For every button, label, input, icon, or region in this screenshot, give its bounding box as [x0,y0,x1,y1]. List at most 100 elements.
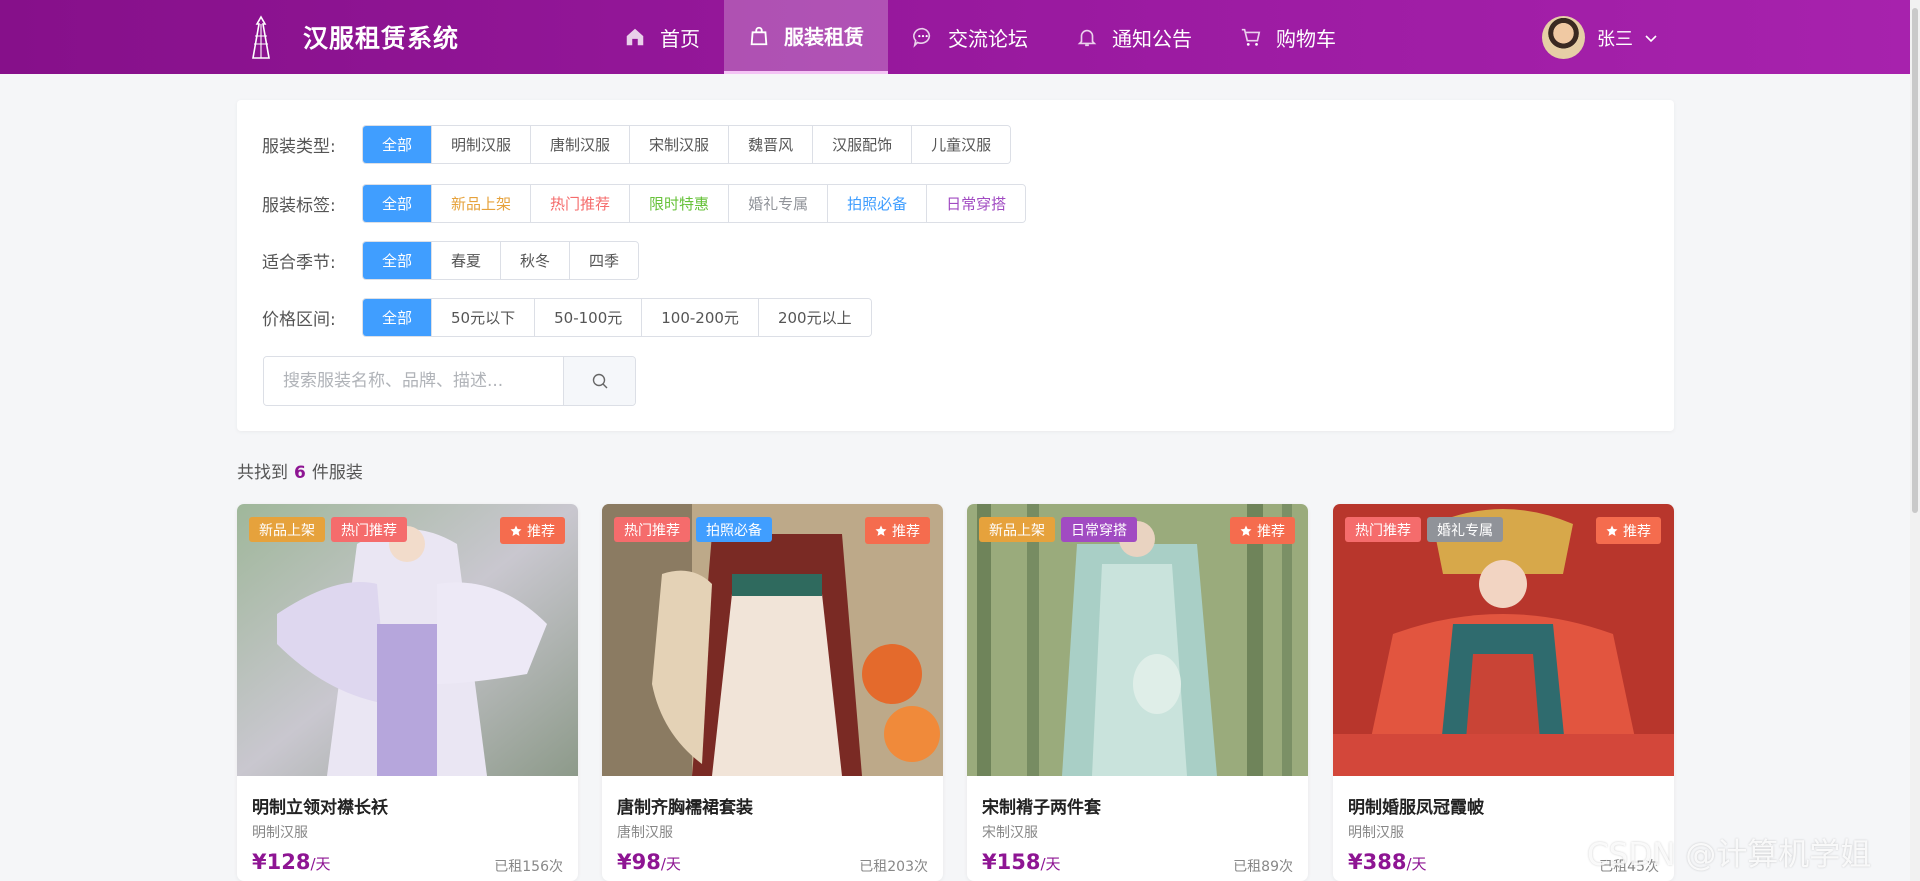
product-tag: 新品上架 [249,517,325,542]
filter-price-row: 价格区间: 全部 50元以下 50-100元 100-200元 200元以上 [262,298,872,337]
product-image [967,504,1308,776]
product-price: ¥158/天 [982,850,1061,874]
card-tags: 新品上架 日常穿搭 [979,517,1143,542]
star-icon [1606,525,1618,536]
filter-type-label: 服装类型: [262,137,336,157]
product-name: 明制婚服凤冠霞帔 [1348,798,1484,818]
avatar [1542,16,1585,59]
product-price: ¥388/天 [1348,850,1427,874]
filter-type-option[interactable]: 明制汉服 [431,126,531,163]
filter-price-option[interactable]: 200元以上 [757,299,871,336]
filter-type-option[interactable]: 汉服配饰 [812,126,912,163]
filter-season-options: 全部 春夏 秋冬 四季 [362,241,640,280]
product-tag: 新品上架 [979,517,1055,542]
top-navbar: 汉服租赁系统 首页 服装租赁 交流论坛 通知公告 购物车 张三 [0,0,1910,74]
search-box [263,356,636,406]
nav-rental[interactable]: 服装租赁 [724,0,888,74]
filter-type-option[interactable]: 宋制汉服 [629,126,729,163]
recommend-badge: 推荐 [1596,517,1661,544]
filter-tag-options: 全部 新品上架 热门推荐 限时特惠 婚礼专属 拍照必备 日常穿搭 [362,184,1027,223]
result-suffix: 件服装 [311,463,363,483]
filter-season-option[interactable]: 秋冬 [500,242,570,279]
cart-icon [1241,28,1261,46]
product-name: 唐制齐胸襦裙套装 [617,798,753,818]
nav-rental-label: 服装租赁 [784,25,864,49]
nav-notices[interactable]: 通知公告 [1052,0,1216,74]
filter-price-option[interactable]: 100-200元 [641,299,758,336]
search-button[interactable] [563,357,635,405]
price-unit: /天 [1406,855,1427,873]
search-input[interactable] [264,357,564,405]
product-name: 明制立领对襟长袄 [252,798,388,818]
filter-price-option[interactable]: 50元以下 [431,299,535,336]
product-card[interactable]: 热门推荐 拍照必备 推荐 唐制齐胸襦裙套装 唐制汉服 ¥98/天 已租203次 [602,504,943,881]
filter-season-option[interactable]: 全部 [363,242,432,279]
filter-panel: 服装类型: 全部 明制汉服 唐制汉服 宋制汉服 魏晋风 汉服配饰 儿童汉服 服装标签: 全部… [237,100,1674,431]
price-unit: /天 [310,855,331,873]
search-icon [592,373,608,389]
price-unit: /天 [660,855,681,873]
filter-type-option[interactable]: 全部 [363,126,432,163]
app-title: 汉服租赁系统 [303,24,460,53]
filter-tag-label: 服装标签: [262,196,336,216]
brand[interactable]: 汉服租赁系统 [243,14,459,60]
page-scrollbar[interactable] [1910,0,1920,881]
filter-price-option[interactable]: 全部 [363,299,432,336]
price-unit: /天 [1040,855,1061,873]
filter-season-option[interactable]: 春夏 [431,242,501,279]
hanfu-logo-icon [252,15,270,59]
product-tag: 热门推荐 [1345,517,1421,542]
product-card[interactable]: 新品上架 日常穿搭 推荐 宋制褙子两件套 宋制汉服 ¥158/天 已租89次 [967,504,1308,881]
recommend-badge: 推荐 [1230,517,1295,544]
product-price: ¥98/天 [617,850,681,874]
product-name: 宋制褙子两件套 [982,798,1101,818]
nav-home[interactable]: 首页 [600,0,724,74]
card-tags: 热门推荐 拍照必备 [614,517,778,542]
filter-tag-option[interactable]: 热门推荐 [530,185,630,222]
user-menu[interactable]: 张三 [1542,16,1659,59]
nav-cart[interactable]: 购物车 [1216,0,1360,74]
price-value: ¥98 [617,850,661,874]
product-category: 唐制汉服 [617,825,673,841]
product-tag: 拍照必备 [696,517,772,542]
scrollbar-thumb[interactable] [1912,8,1918,513]
price-value: ¥158 [982,850,1041,874]
user-name: 张三 [1597,28,1633,50]
nav-cart-label: 购物车 [1276,26,1336,51]
star-icon [510,525,522,536]
bell-icon [1077,29,1097,47]
nav-forum[interactable]: 交流论坛 [888,0,1052,74]
filter-tag-option[interactable]: 新品上架 [431,185,531,222]
product-card[interactable]: 新品上架 热门推荐 推荐 明制立领对襟长袄 明制汉服 ¥128/天 已租156次 [237,504,578,881]
filter-tag-row: 服装标签: 全部 新品上架 热门推荐 限时特惠 婚礼专属 拍照必备 日常穿搭 [262,184,1027,223]
filter-tag-option[interactable]: 婚礼专属 [728,185,828,222]
star-icon [875,525,887,536]
chat-icon [913,27,931,48]
filter-price-label: 价格区间: [262,310,336,330]
filter-tag-option[interactable]: 全部 [363,185,432,222]
filter-tag-option[interactable]: 拍照必备 [827,185,927,222]
rented-count: 已租156次 [494,859,563,875]
product-category: 明制汉服 [1348,825,1404,841]
filter-price-option[interactable]: 50-100元 [534,299,642,336]
main-nav: 首页 服装租赁 交流论坛 通知公告 购物车 [600,0,1360,74]
filter-tag-option[interactable]: 日常穿搭 [926,185,1026,222]
filter-type-option[interactable]: 唐制汉服 [530,126,630,163]
card-tags: 热门推荐 婚礼专属 [1345,517,1509,542]
filter-type-option[interactable]: 儿童汉服 [911,126,1011,163]
filter-tag-option[interactable]: 限时特惠 [629,185,729,222]
filter-season-option[interactable]: 四季 [569,242,639,279]
watermark: CSDN @计算机学姐 [1587,837,1872,873]
filter-type-row: 服装类型: 全部 明制汉服 唐制汉服 宋制汉服 魏晋风 汉服配饰 儿童汉服 [262,125,1012,164]
filter-season-label: 适合季节: [262,253,336,273]
filter-season-row: 适合季节: 全部 春夏 秋冬 四季 [262,241,640,280]
product-tag: 热门推荐 [331,517,407,542]
nav-forum-label: 交流论坛 [948,26,1028,51]
filter-type-option[interactable]: 魏晋风 [728,126,813,163]
star-icon [1240,525,1252,536]
rented-count: 已租89次 [1233,859,1293,875]
price-value: ¥128 [252,850,311,874]
product-grid: 新品上架 热门推荐 推荐 明制立领对襟长袄 明制汉服 ¥128/天 已租156次 … [237,504,1674,881]
product-card[interactable]: 热门推荐 婚礼专属 推荐 明制婚服凤冠霞帔 明制汉服 ¥388/天 已租45次 [1333,504,1674,881]
result-count: 共找到 6 件服装 [237,458,363,483]
